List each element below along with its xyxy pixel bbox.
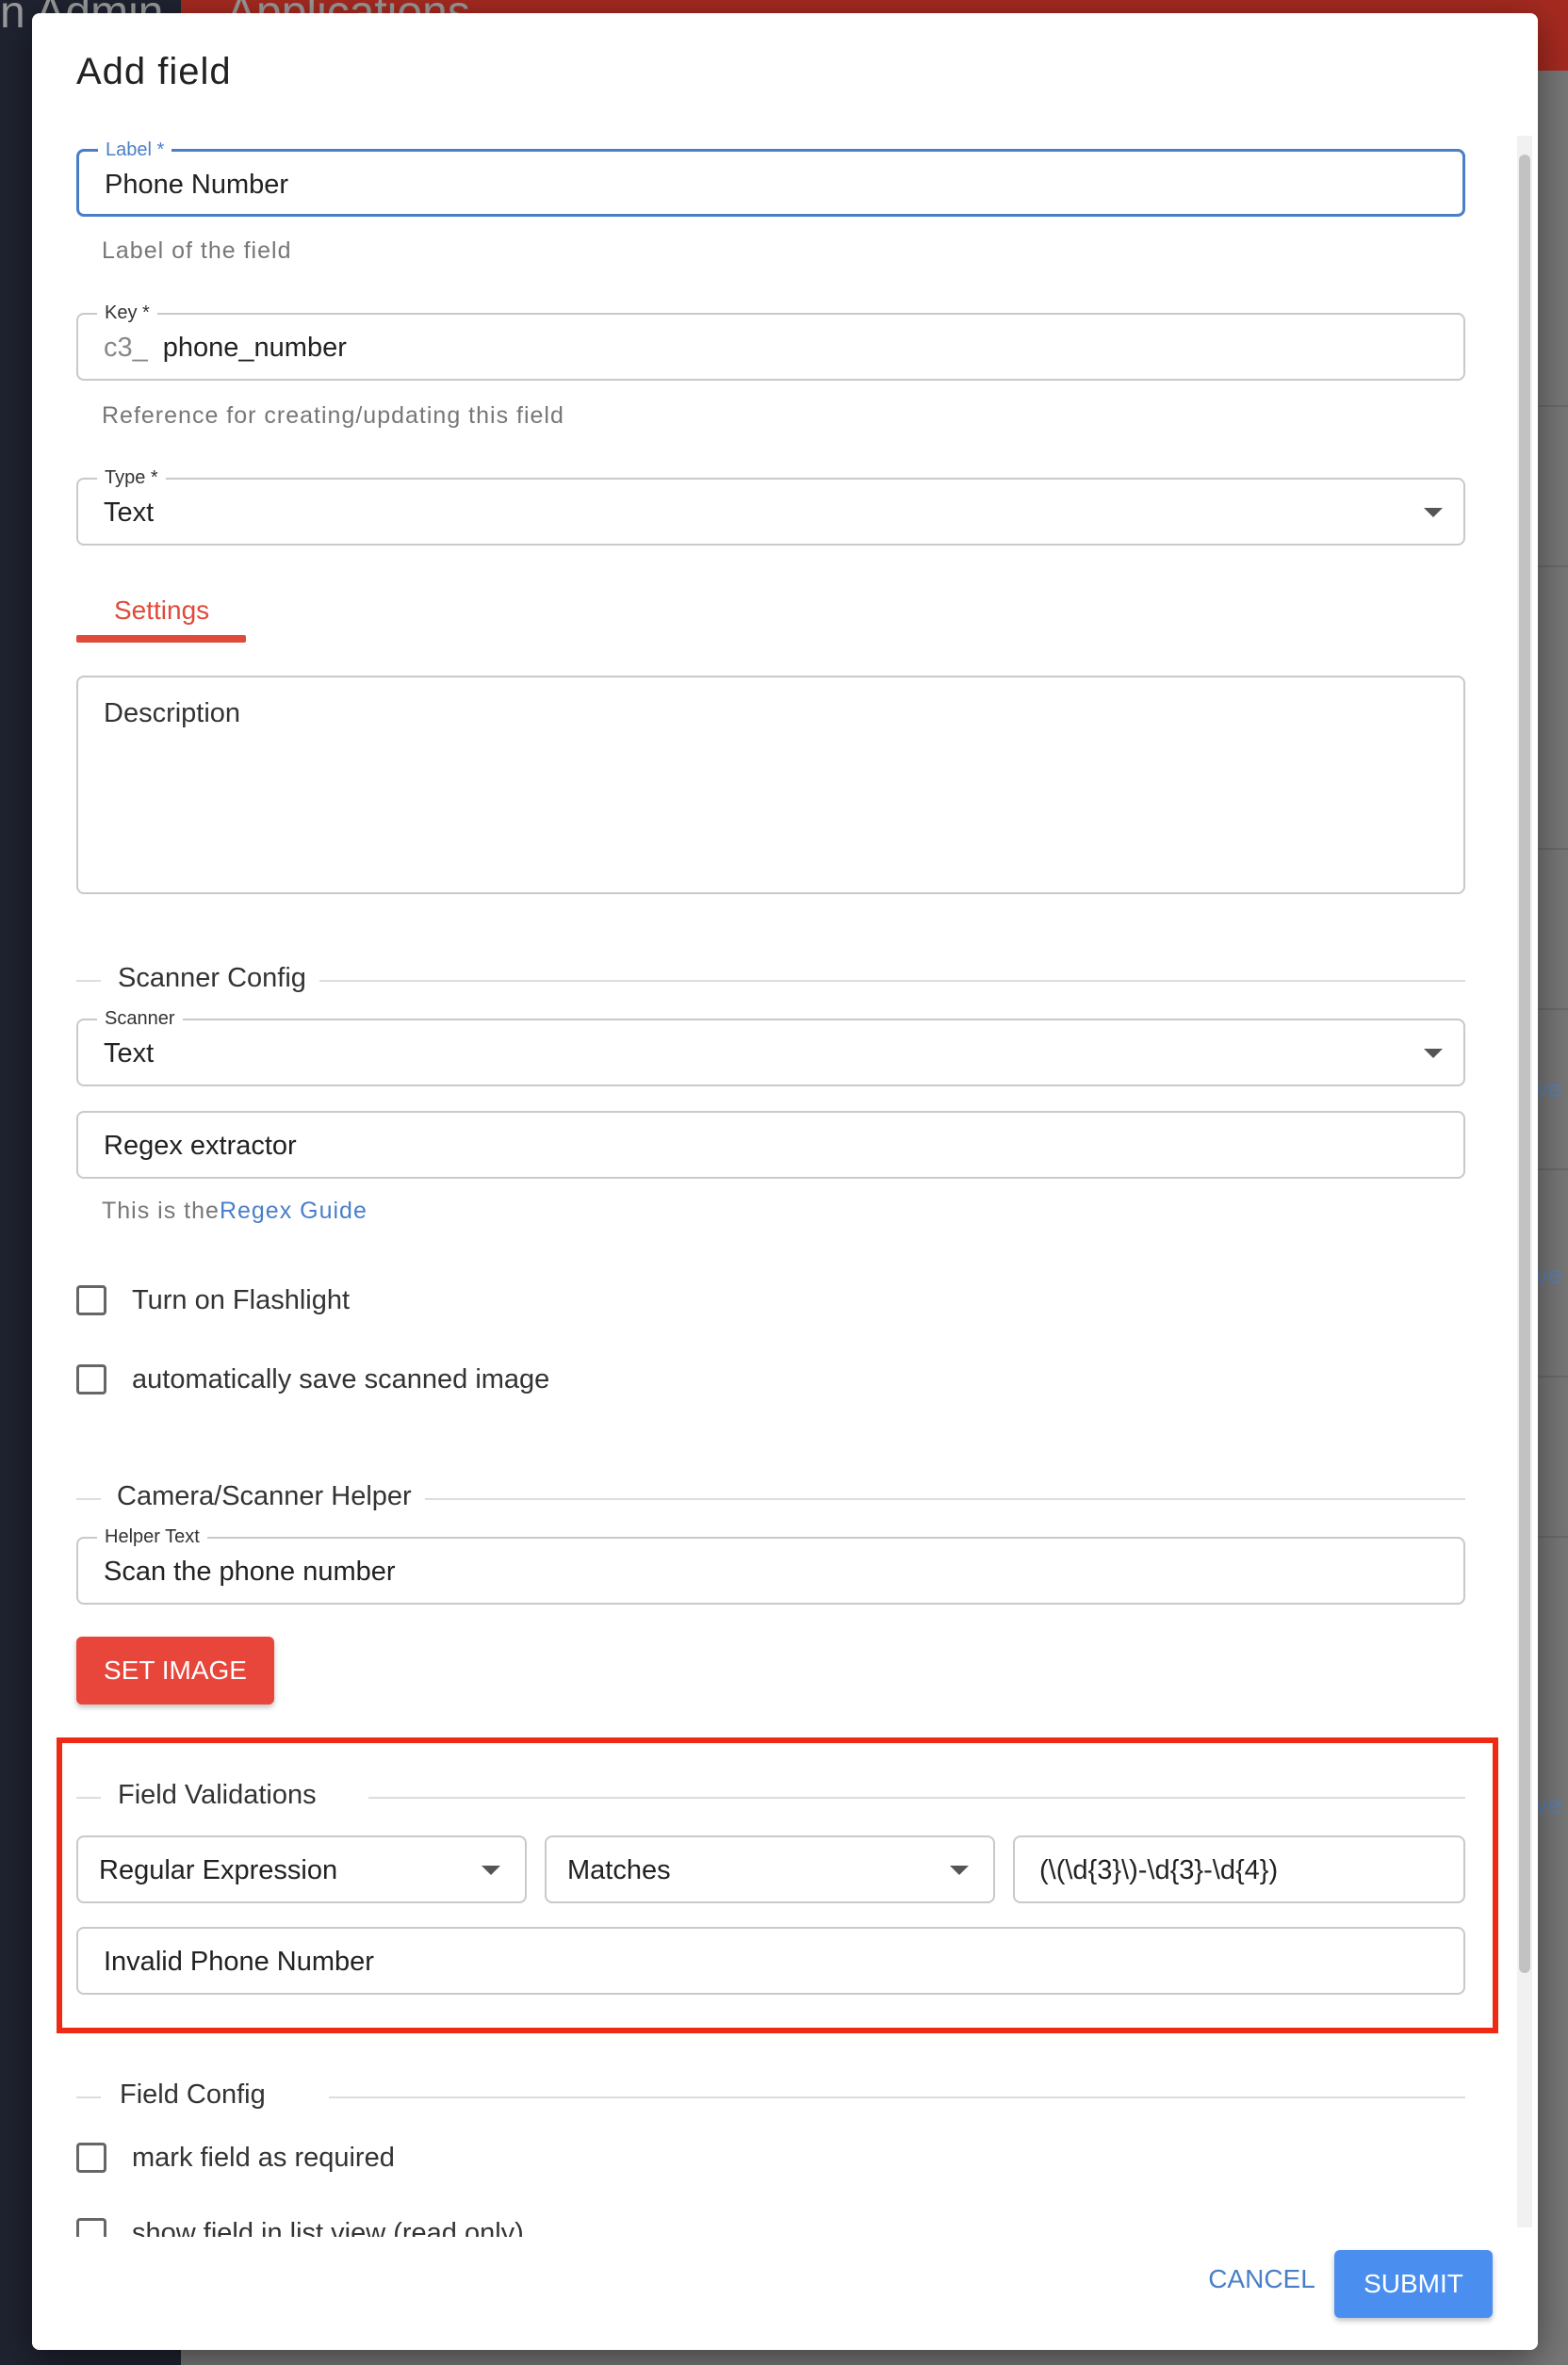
list-view-checkbox[interactable] bbox=[76, 2218, 106, 2237]
required-checkbox[interactable] bbox=[76, 2143, 106, 2173]
scanner-select-value: Text bbox=[104, 1038, 155, 1068]
list-view-checkbox-label: show field in list view (read only) bbox=[132, 2218, 524, 2237]
tab-active-indicator bbox=[76, 635, 246, 643]
helper-text-label: Helper Text bbox=[97, 1525, 207, 1548]
cancel-button[interactable]: CANCEL bbox=[1191, 2248, 1332, 2310]
flashlight-checkbox-label: Turn on Flashlight bbox=[132, 1285, 351, 1315]
regex-extractor-placeholder: Regex extractor bbox=[104, 1131, 297, 1161]
field-validations-section-header: Field Validations bbox=[76, 1778, 1465, 1816]
type-select-value: Text bbox=[104, 497, 155, 528]
helper-text-value: Scan the phone number bbox=[104, 1557, 396, 1587]
validation-operator-select[interactable]: Matches bbox=[545, 1835, 995, 1903]
required-checkbox-label: mark field as required bbox=[132, 2143, 395, 2173]
validation-error-message-value: Invalid Phone Number bbox=[104, 1947, 374, 1977]
flashlight-checkbox[interactable] bbox=[76, 1285, 106, 1315]
scrollbar-thumb[interactable] bbox=[1519, 155, 1530, 1973]
type-select-label: Type * bbox=[97, 466, 166, 489]
label-input[interactable]: Label * Phone Number bbox=[76, 139, 1465, 217]
section-divider bbox=[76, 1797, 101, 1799]
dialog-content: Add field Label * Phone Number Label of … bbox=[32, 13, 1538, 2237]
section-divider bbox=[329, 2096, 1465, 2098]
section-title: Field Config bbox=[120, 2080, 266, 2110]
helper-text-input[interactable]: Helper Text Scan the phone number bbox=[76, 1525, 1465, 1605]
background-link-text: ve bbox=[1536, 1261, 1562, 1289]
section-divider bbox=[76, 980, 101, 982]
section-divider bbox=[76, 1498, 101, 1500]
label-input-value: Phone Number bbox=[105, 170, 289, 200]
section-divider bbox=[368, 1797, 1465, 1799]
type-select[interactable]: Type * Text bbox=[76, 466, 1465, 546]
regex-guide-link[interactable]: Regex Guide bbox=[220, 1198, 368, 1224]
key-input-value-wrap: c3_ phone_number bbox=[104, 333, 347, 364]
save-image-checkbox[interactable] bbox=[76, 1364, 106, 1395]
chevron-down-icon bbox=[950, 1866, 969, 1875]
label-helper-text: Label of the field bbox=[102, 237, 292, 264]
section-title: Field Validations bbox=[118, 1780, 317, 1810]
save-image-checkbox-label: automatically save scanned image bbox=[132, 1364, 550, 1395]
validation-error-message-input[interactable]: Invalid Phone Number bbox=[76, 1927, 1465, 1995]
section-title: Scanner Config bbox=[118, 963, 306, 993]
key-input-label: Key * bbox=[97, 302, 157, 324]
key-input[interactable]: Key * c3_ phone_number bbox=[76, 302, 1465, 381]
dialog-title: Add field bbox=[76, 51, 232, 92]
validation-pattern-value: (\(\d{3}\)-\d{3}-\d{4}) bbox=[1039, 1855, 1279, 1885]
section-divider bbox=[319, 980, 1465, 982]
validation-rule-value: Regular Expression bbox=[99, 1855, 338, 1885]
submit-button[interactable]: SUBMIT bbox=[1334, 2250, 1493, 2318]
key-prefix: c3_ bbox=[104, 333, 148, 363]
description-textarea[interactable]: Description bbox=[76, 676, 1465, 894]
section-divider bbox=[425, 1498, 1465, 1500]
set-image-button[interactable]: SET IMAGE bbox=[76, 1637, 274, 1704]
camera-helper-section-header: Camera/Scanner Helper bbox=[76, 1479, 1465, 1517]
key-helper-text: Reference for creating/updating this fie… bbox=[102, 402, 564, 429]
scanner-select[interactable]: Scanner Text bbox=[76, 1007, 1465, 1086]
validation-rule-select[interactable]: Regular Expression bbox=[76, 1835, 527, 1903]
validation-operator-value: Matches bbox=[567, 1855, 671, 1885]
background-link-text: ve bbox=[1536, 1074, 1562, 1102]
validation-pattern-input[interactable]: (\(\d{3}\)-\d{3}-\d{4}) bbox=[1013, 1835, 1465, 1903]
tab-settings-label: Settings bbox=[114, 595, 210, 625]
regex-helper-prefix: This is the bbox=[102, 1198, 220, 1224]
chevron-down-icon bbox=[1424, 1049, 1443, 1058]
field-config-section-header: Field Config bbox=[76, 2078, 1465, 2115]
chevron-down-icon bbox=[1424, 508, 1443, 517]
label-input-label: Label * bbox=[98, 139, 172, 161]
add-field-dialog: Add field Label * Phone Number Label of … bbox=[32, 13, 1538, 2350]
description-placeholder: Description bbox=[104, 698, 241, 728]
key-input-value: phone_number bbox=[162, 333, 347, 363]
regex-extractor-input[interactable]: Regex extractor bbox=[76, 1111, 1465, 1179]
section-divider bbox=[76, 2096, 101, 2098]
scanner-select-label: Scanner bbox=[97, 1007, 183, 1030]
chevron-down-icon bbox=[482, 1866, 500, 1875]
scanner-config-section-header: Scanner Config bbox=[76, 961, 1465, 999]
section-title: Camera/Scanner Helper bbox=[117, 1481, 412, 1511]
regex-helper-text: This is theRegex Guide bbox=[102, 1198, 368, 1225]
background-link-text: ve bbox=[1536, 1790, 1562, 1819]
